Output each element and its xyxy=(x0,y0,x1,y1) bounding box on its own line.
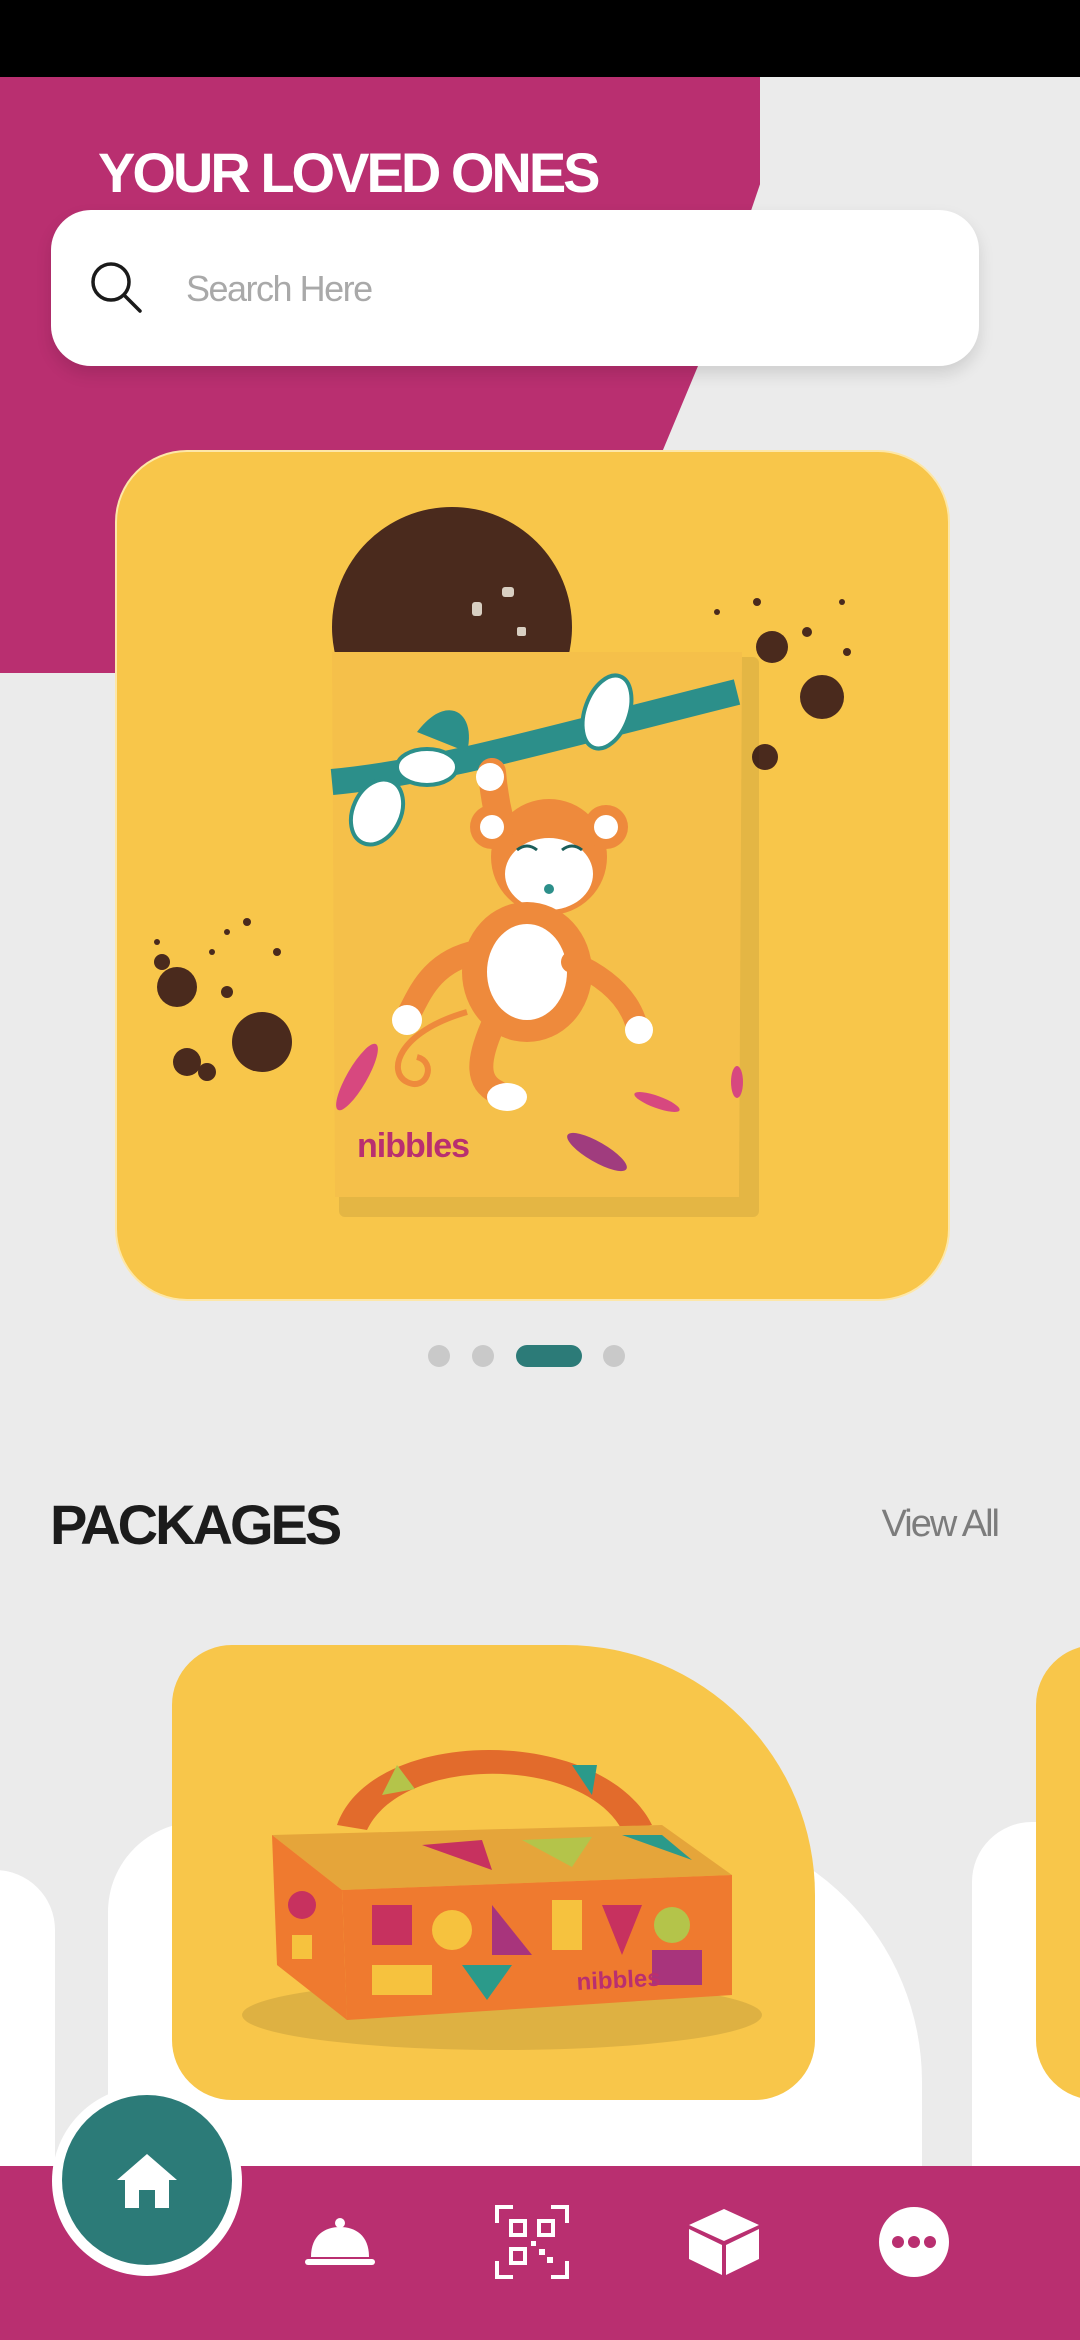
status-bar xyxy=(0,0,1080,77)
cookie-bag-image: nibbles xyxy=(154,507,851,1217)
nav-menu-button[interactable] xyxy=(300,2205,380,2279)
home-button[interactable] xyxy=(62,2095,232,2265)
packages-title: PACKAGES xyxy=(50,1493,342,1556)
box-icon xyxy=(689,2209,759,2275)
carousel-dot[interactable] xyxy=(472,1345,494,1367)
gift-box-image: nibbles xyxy=(242,1750,762,2050)
qr-code-icon xyxy=(495,2205,569,2279)
search-input[interactable] xyxy=(184,250,928,328)
more-icon xyxy=(879,2207,949,2277)
search-icon[interactable] xyxy=(87,258,147,318)
nav-scan-button[interactable] xyxy=(492,2205,572,2279)
package-card-next-image[interactable] xyxy=(1036,1645,1080,2100)
package-card-image[interactable]: nibbles xyxy=(172,1645,815,2100)
home-icon xyxy=(117,2154,177,2208)
carousel-dot-active[interactable] xyxy=(516,1345,582,1367)
hero-title: YOUR LOVED ONES xyxy=(98,141,601,204)
carousel-dot[interactable] xyxy=(428,1345,450,1367)
view-all-link[interactable]: View All xyxy=(882,1503,1000,1546)
box-brand-text: nibbles xyxy=(576,1965,661,1996)
package-card-previous[interactable] xyxy=(0,1870,55,2200)
carousel-indicator xyxy=(0,1345,1080,1369)
cloche-icon xyxy=(305,2218,375,2265)
carousel-dot[interactable] xyxy=(603,1345,625,1367)
search-bar[interactable] xyxy=(51,210,979,366)
bag-brand-text: nibbles xyxy=(357,1127,469,1165)
carousel-slide[interactable]: nibbles xyxy=(117,452,948,1299)
nav-packages-button[interactable] xyxy=(684,2205,764,2279)
nav-more-button[interactable] xyxy=(874,2205,954,2279)
